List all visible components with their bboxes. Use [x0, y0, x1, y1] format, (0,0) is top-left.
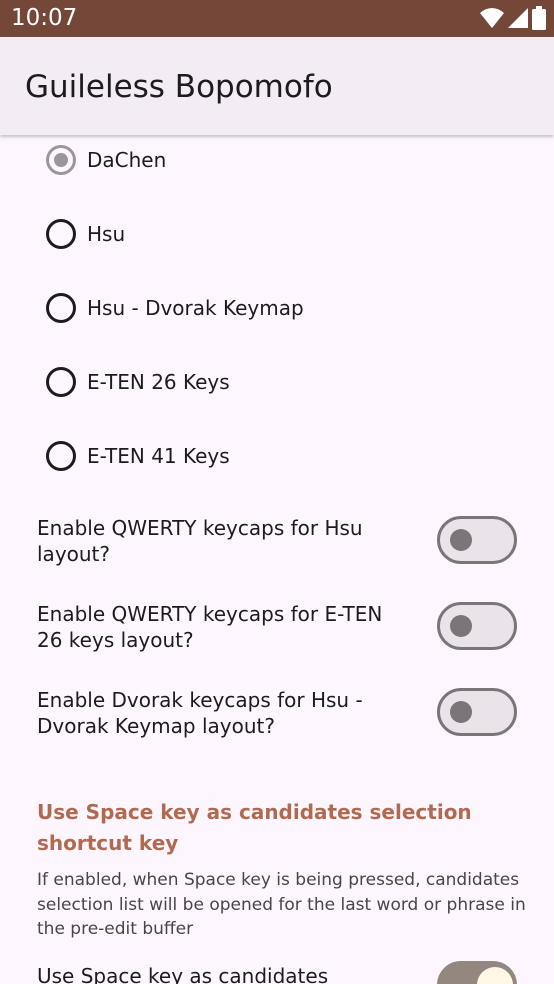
switch-label: Enable QWERTY keycaps for Hsu layout?	[37, 516, 363, 566]
switch-row-qwerty-hsu[interactable]: Enable QWERTY keycaps for Hsu layout?	[0, 516, 554, 586]
radio-label: E-TEN 41 Keys	[87, 444, 230, 468]
status-time: 10:07	[11, 5, 78, 31]
switch-thumb	[450, 615, 472, 637]
switch-row-space-key[interactable]: Use Space key as candidates	[0, 961, 554, 984]
app-bar: Guileless Bopomofo	[0, 37, 554, 135]
wifi-icon	[480, 7, 504, 29]
switch-label: Enable QWERTY keycaps for E-TEN 26 keys …	[37, 602, 383, 652]
page-title: Guileless Bopomofo	[25, 69, 333, 105]
radio-unselected-icon[interactable]	[46, 367, 76, 397]
radio-unselected-icon[interactable]	[46, 293, 76, 323]
qwerty-hsu-toggle[interactable]	[437, 516, 517, 564]
radio-label: E-TEN 26 Keys	[87, 370, 230, 394]
switch-label: Use Space key as candidates	[37, 964, 329, 984]
radio-unselected-icon[interactable]	[46, 219, 76, 249]
radio-label: Hsu - Dvorak Keymap	[87, 296, 304, 320]
space-key-section-summary: If enabled, when Space key is being pres…	[37, 870, 526, 939]
radio-label: DaChen	[87, 148, 167, 172]
switch-thumb	[450, 529, 472, 551]
switch-row-qwerty-eten26[interactable]: Enable QWERTY keycaps for E-TEN 26 keys …	[0, 602, 554, 672]
radio-option-hsu[interactable]: Hsu	[0, 204, 554, 264]
radio-unselected-icon[interactable]	[46, 441, 76, 471]
space-key-section-title: Use Space key as candidates selection sh…	[37, 800, 472, 855]
dvorak-hsu-toggle[interactable]	[437, 688, 517, 736]
switch-thumb	[450, 701, 472, 723]
qwerty-eten26-toggle[interactable]	[437, 602, 517, 650]
radio-selected-icon[interactable]	[46, 145, 76, 175]
radio-option-eten-26[interactable]: E-TEN 26 Keys	[0, 352, 554, 412]
radio-option-hsu-dvorak[interactable]: Hsu - Dvorak Keymap	[0, 278, 554, 338]
switch-thumb	[477, 967, 513, 984]
cellular-icon	[508, 7, 528, 29]
battery-icon	[532, 6, 546, 30]
space-key-toggle[interactable]	[437, 961, 517, 984]
radio-option-eten-41[interactable]: E-TEN 41 Keys	[0, 426, 554, 486]
settings-list[interactable]: DaChen Hsu Hsu - Dvorak Keymap E-TEN 26 …	[0, 135, 554, 984]
radio-option-dachen[interactable]: DaChen	[0, 135, 554, 190]
status-icons	[480, 6, 546, 30]
switch-label: Enable Dvorak keycaps for Hsu - Dvorak K…	[37, 688, 363, 738]
radio-label: Hsu	[87, 222, 126, 246]
status-bar: 10:07	[0, 0, 554, 37]
switch-row-dvorak-hsu[interactable]: Enable Dvorak keycaps for Hsu - Dvorak K…	[0, 688, 554, 758]
